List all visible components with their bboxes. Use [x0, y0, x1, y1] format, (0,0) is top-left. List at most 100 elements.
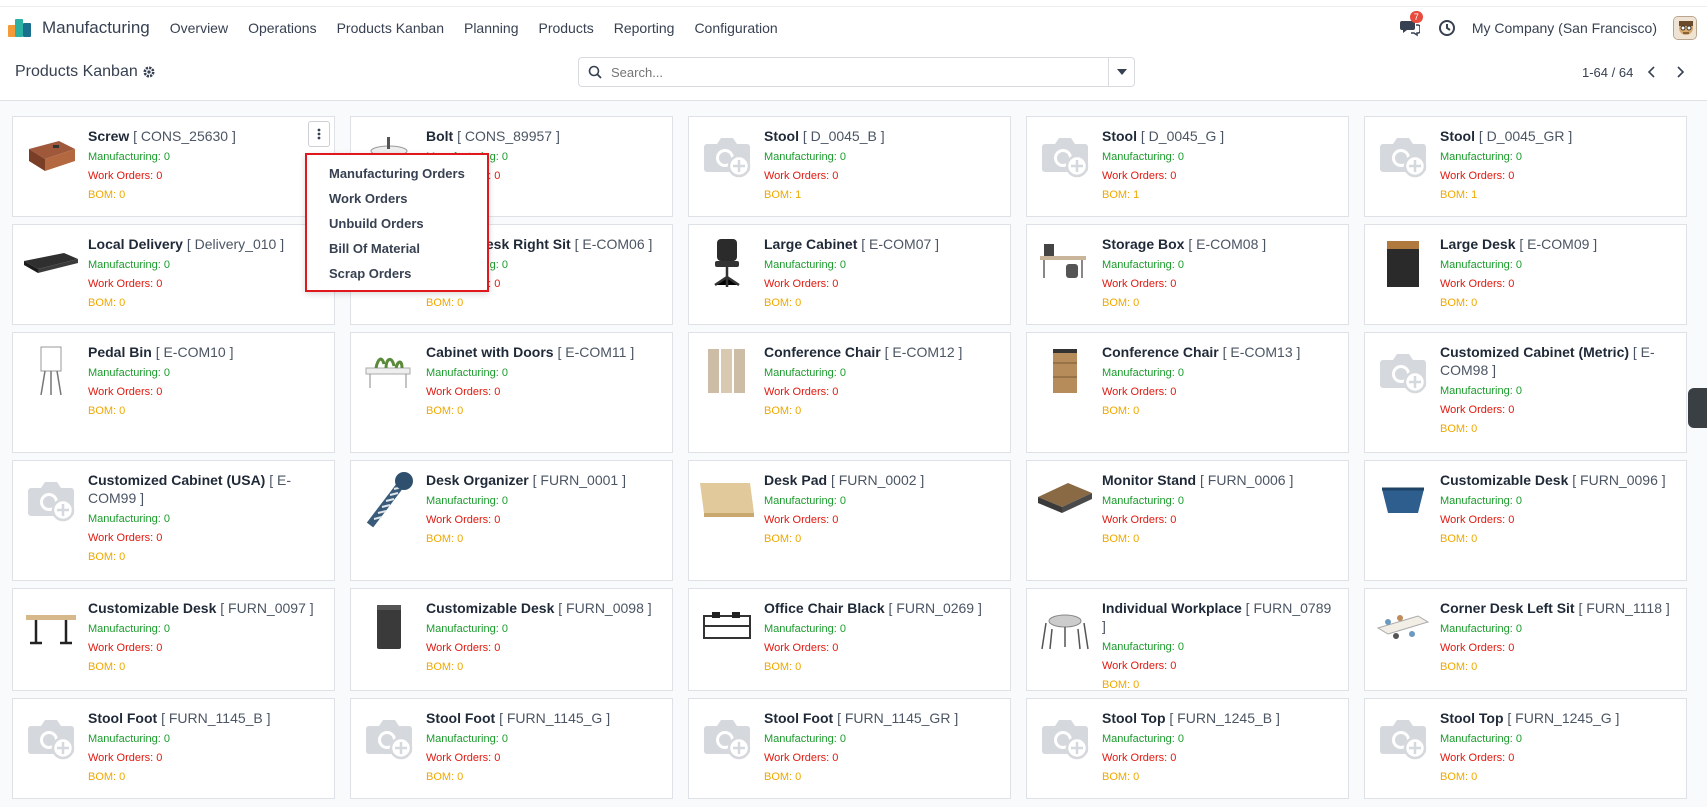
- product-card[interactable]: Stool Foot [ FURN_1145_GR ] Manufacturing…: [688, 698, 1011, 799]
- search-bar[interactable]: [578, 57, 1135, 87]
- company-switcher[interactable]: My Company (San Francisco): [1472, 20, 1657, 36]
- work-orders-label: Work Orders:: [1102, 170, 1171, 182]
- work-orders-label: Work Orders:: [764, 642, 833, 654]
- product-card[interactable]: Storage Box [ E-COM08 ] Manufacturing: 0W…: [1026, 224, 1349, 325]
- product-image: [1373, 707, 1433, 767]
- product-title: Stool: [1440, 128, 1475, 144]
- work-orders-label: Work Orders:: [1102, 278, 1171, 290]
- bom-value: 0: [795, 661, 802, 673]
- work-orders-value: 0: [494, 278, 501, 290]
- pager-value[interactable]: 1-64 / 64: [1582, 65, 1633, 80]
- manufacturing-value: 0: [1177, 733, 1184, 745]
- product-card[interactable]: Screw [ CONS_25630 ] Manufacturing: 0 Work…: [12, 116, 335, 217]
- menu-overview[interactable]: Overview: [170, 20, 228, 36]
- product-card[interactable]: Conference Chair [ E-COM12 ] Manufacturin…: [688, 332, 1011, 453]
- product-title: Pedal Bin: [88, 344, 152, 360]
- activities-clock-icon[interactable]: [1438, 19, 1456, 37]
- manufacturing-label: Manufacturing:: [1102, 733, 1178, 745]
- product-card[interactable]: Conference Chair [ E-COM13 ] Manufacturin…: [1026, 332, 1349, 453]
- product-code: [ FURN_0001 ]: [532, 472, 626, 488]
- product-card[interactable]: Local Delivery [ Delivery_010 ] Manufactu…: [12, 224, 335, 325]
- product-card[interactable]: Monitor Stand [ FURN_0006 ] Manufacturing…: [1026, 460, 1349, 581]
- product-name: Pedal Bin [ E-COM10 ]: [88, 343, 324, 361]
- menu-manufacturing-orders[interactable]: Manufacturing Orders: [307, 161, 487, 186]
- search-input[interactable]: [609, 63, 1079, 81]
- product-card[interactable]: Individual Workplace [ FURN_0789 ] Manufa…: [1026, 588, 1349, 691]
- product-card[interactable]: Customized Cabinet (USA) [ E-COM99 ] Manu…: [12, 460, 335, 581]
- menu-configuration[interactable]: Configuration: [694, 20, 777, 36]
- manufacturing-count: Manufacturing: 0: [426, 730, 662, 749]
- menu-products[interactable]: Products: [538, 20, 593, 36]
- bom-count: BOM: 0: [88, 186, 324, 205]
- product-code: [ E-COM08 ]: [1188, 236, 1267, 252]
- bom-label: BOM:: [1440, 423, 1472, 435]
- product-card[interactable]: Customizable Desk [ FURN_0098 ] Manufactu…: [350, 588, 673, 691]
- work-orders-count: Work Orders: 0: [426, 511, 662, 530]
- work-orders-count: Work Orders: 0: [1102, 167, 1338, 186]
- menu-work-orders[interactable]: Work Orders: [307, 186, 487, 211]
- product-card[interactable]: Cabinet with Doors [ E-COM11 ] Manufactur…: [350, 332, 673, 453]
- manufacturing-label: Manufacturing:: [426, 733, 502, 745]
- product-card[interactable]: Customized Cabinet (Metric) [ E-COM98 ] M…: [1364, 332, 1687, 453]
- product-image: [697, 707, 757, 767]
- manufacturing-label: Manufacturing:: [426, 495, 502, 507]
- product-card[interactable]: Stool [ D_0045_G ] Manufacturing: 0 Work O…: [1026, 116, 1349, 217]
- work-orders-value: 0: [156, 278, 163, 290]
- manufacturing-value: 0: [163, 259, 170, 271]
- gear-icon[interactable]: [142, 65, 156, 79]
- manufacturing-count: Manufacturing: 0: [1102, 492, 1338, 511]
- pager-previous-button[interactable]: [1639, 61, 1663, 83]
- product-image: [1035, 469, 1095, 529]
- work-orders-value: 0: [1170, 752, 1177, 764]
- work-orders-value: 0: [1170, 278, 1177, 290]
- pager-next-button[interactable]: [1669, 61, 1693, 83]
- user-avatar[interactable]: [1673, 16, 1697, 40]
- search-options-toggle[interactable]: [1108, 58, 1134, 86]
- product-card[interactable]: Stool Top [ FURN_1245_B ] Manufacturing: …: [1026, 698, 1349, 799]
- manufacturing-label: Manufacturing:: [1440, 495, 1516, 507]
- product-card[interactable]: Stool [ D_0045_GR ] Manufacturing: 0 Work …: [1364, 116, 1687, 217]
- menu-products-kanban[interactable]: Products Kanban: [337, 20, 444, 36]
- menu-operations[interactable]: Operations: [248, 20, 316, 36]
- product-card[interactable]: Desk Organizer [ FURN_0001 ] Manufacturin…: [350, 460, 673, 581]
- bom-value: 0: [119, 551, 126, 563]
- menu-reporting[interactable]: Reporting: [614, 20, 675, 36]
- product-code: [ E-COM07 ]: [861, 236, 940, 252]
- product-card[interactable]: Stool Foot [ FURN_1145_G ] Manufacturing:…: [350, 698, 673, 799]
- manufacturing-value: 0: [1515, 495, 1522, 507]
- app-brand[interactable]: Manufacturing: [8, 18, 170, 38]
- product-card[interactable]: Stool Foot [ FURN_1145_B ] Manufacturing:…: [12, 698, 335, 799]
- product-card[interactable]: Customizable Desk [ FURN_0096 ] Manufactu…: [1364, 460, 1687, 581]
- manufacturing-value: 0: [501, 367, 508, 379]
- product-card[interactable]: Stool [ D_0045_B ] Manufacturing: 0 Work O…: [688, 116, 1011, 217]
- work-orders-count: Work Orders: 0: [88, 749, 324, 768]
- menu-unbuild-orders[interactable]: Unbuild Orders: [307, 211, 487, 236]
- product-card[interactable]: Large Desk [ E-COM09 ] Manufacturing: 0 Wo…: [1364, 224, 1687, 325]
- work-orders-label: Work Orders:: [88, 752, 157, 764]
- menu-planning[interactable]: Planning: [464, 20, 519, 36]
- product-card[interactable]: Corner Desk Left Sit [ FURN_1118 ] Manufa…: [1364, 588, 1687, 691]
- product-card[interactable]: Large Cabinet [ E-COM07 ] Manufacturing: …: [688, 224, 1011, 325]
- work-orders-count: Work Orders: 0: [1102, 749, 1338, 768]
- product-card[interactable]: Office Chair Black [ FURN_0269 ] Manufact…: [688, 588, 1011, 691]
- product-card[interactable]: Pedal Bin [ E-COM10 ] Manufacturing: 0 Wor…: [12, 332, 335, 453]
- chevron-right-icon: [1677, 66, 1685, 78]
- bom-label: BOM:: [426, 533, 458, 545]
- manufacturing-value: 0: [1515, 385, 1522, 397]
- work-orders-label: Work Orders:: [426, 386, 495, 398]
- manufacturing-value: 0: [501, 495, 508, 507]
- card-menu-button[interactable]: [308, 121, 330, 147]
- bom-count: BOM: 0: [1102, 768, 1338, 787]
- product-card[interactable]: Stool Top [ FURN_1245_G ] Manufacturing: …: [1364, 698, 1687, 799]
- product-name: Desk Pad [ FURN_0002 ]: [764, 471, 1000, 489]
- product-card[interactable]: Customizable Desk [ FURN_0097 ] Manufactu…: [12, 588, 335, 691]
- menu-scrap-orders[interactable]: Scrap Orders: [307, 261, 487, 286]
- scrollbar-handle[interactable]: [1688, 388, 1707, 428]
- product-image: [359, 341, 419, 401]
- manufacturing-value: 0: [1177, 151, 1184, 163]
- messages-icon[interactable]: 7: [1399, 11, 1423, 39]
- product-card[interactable]: Desk Pad [ FURN_0002 ] Manufacturing: 0 Wo…: [688, 460, 1011, 581]
- menu-bill-of-material[interactable]: Bill Of Material: [307, 236, 487, 261]
- work-orders-count: Work Orders: 0: [764, 749, 1000, 768]
- product-name: Bolt [ CONS_89957 ]: [426, 127, 662, 145]
